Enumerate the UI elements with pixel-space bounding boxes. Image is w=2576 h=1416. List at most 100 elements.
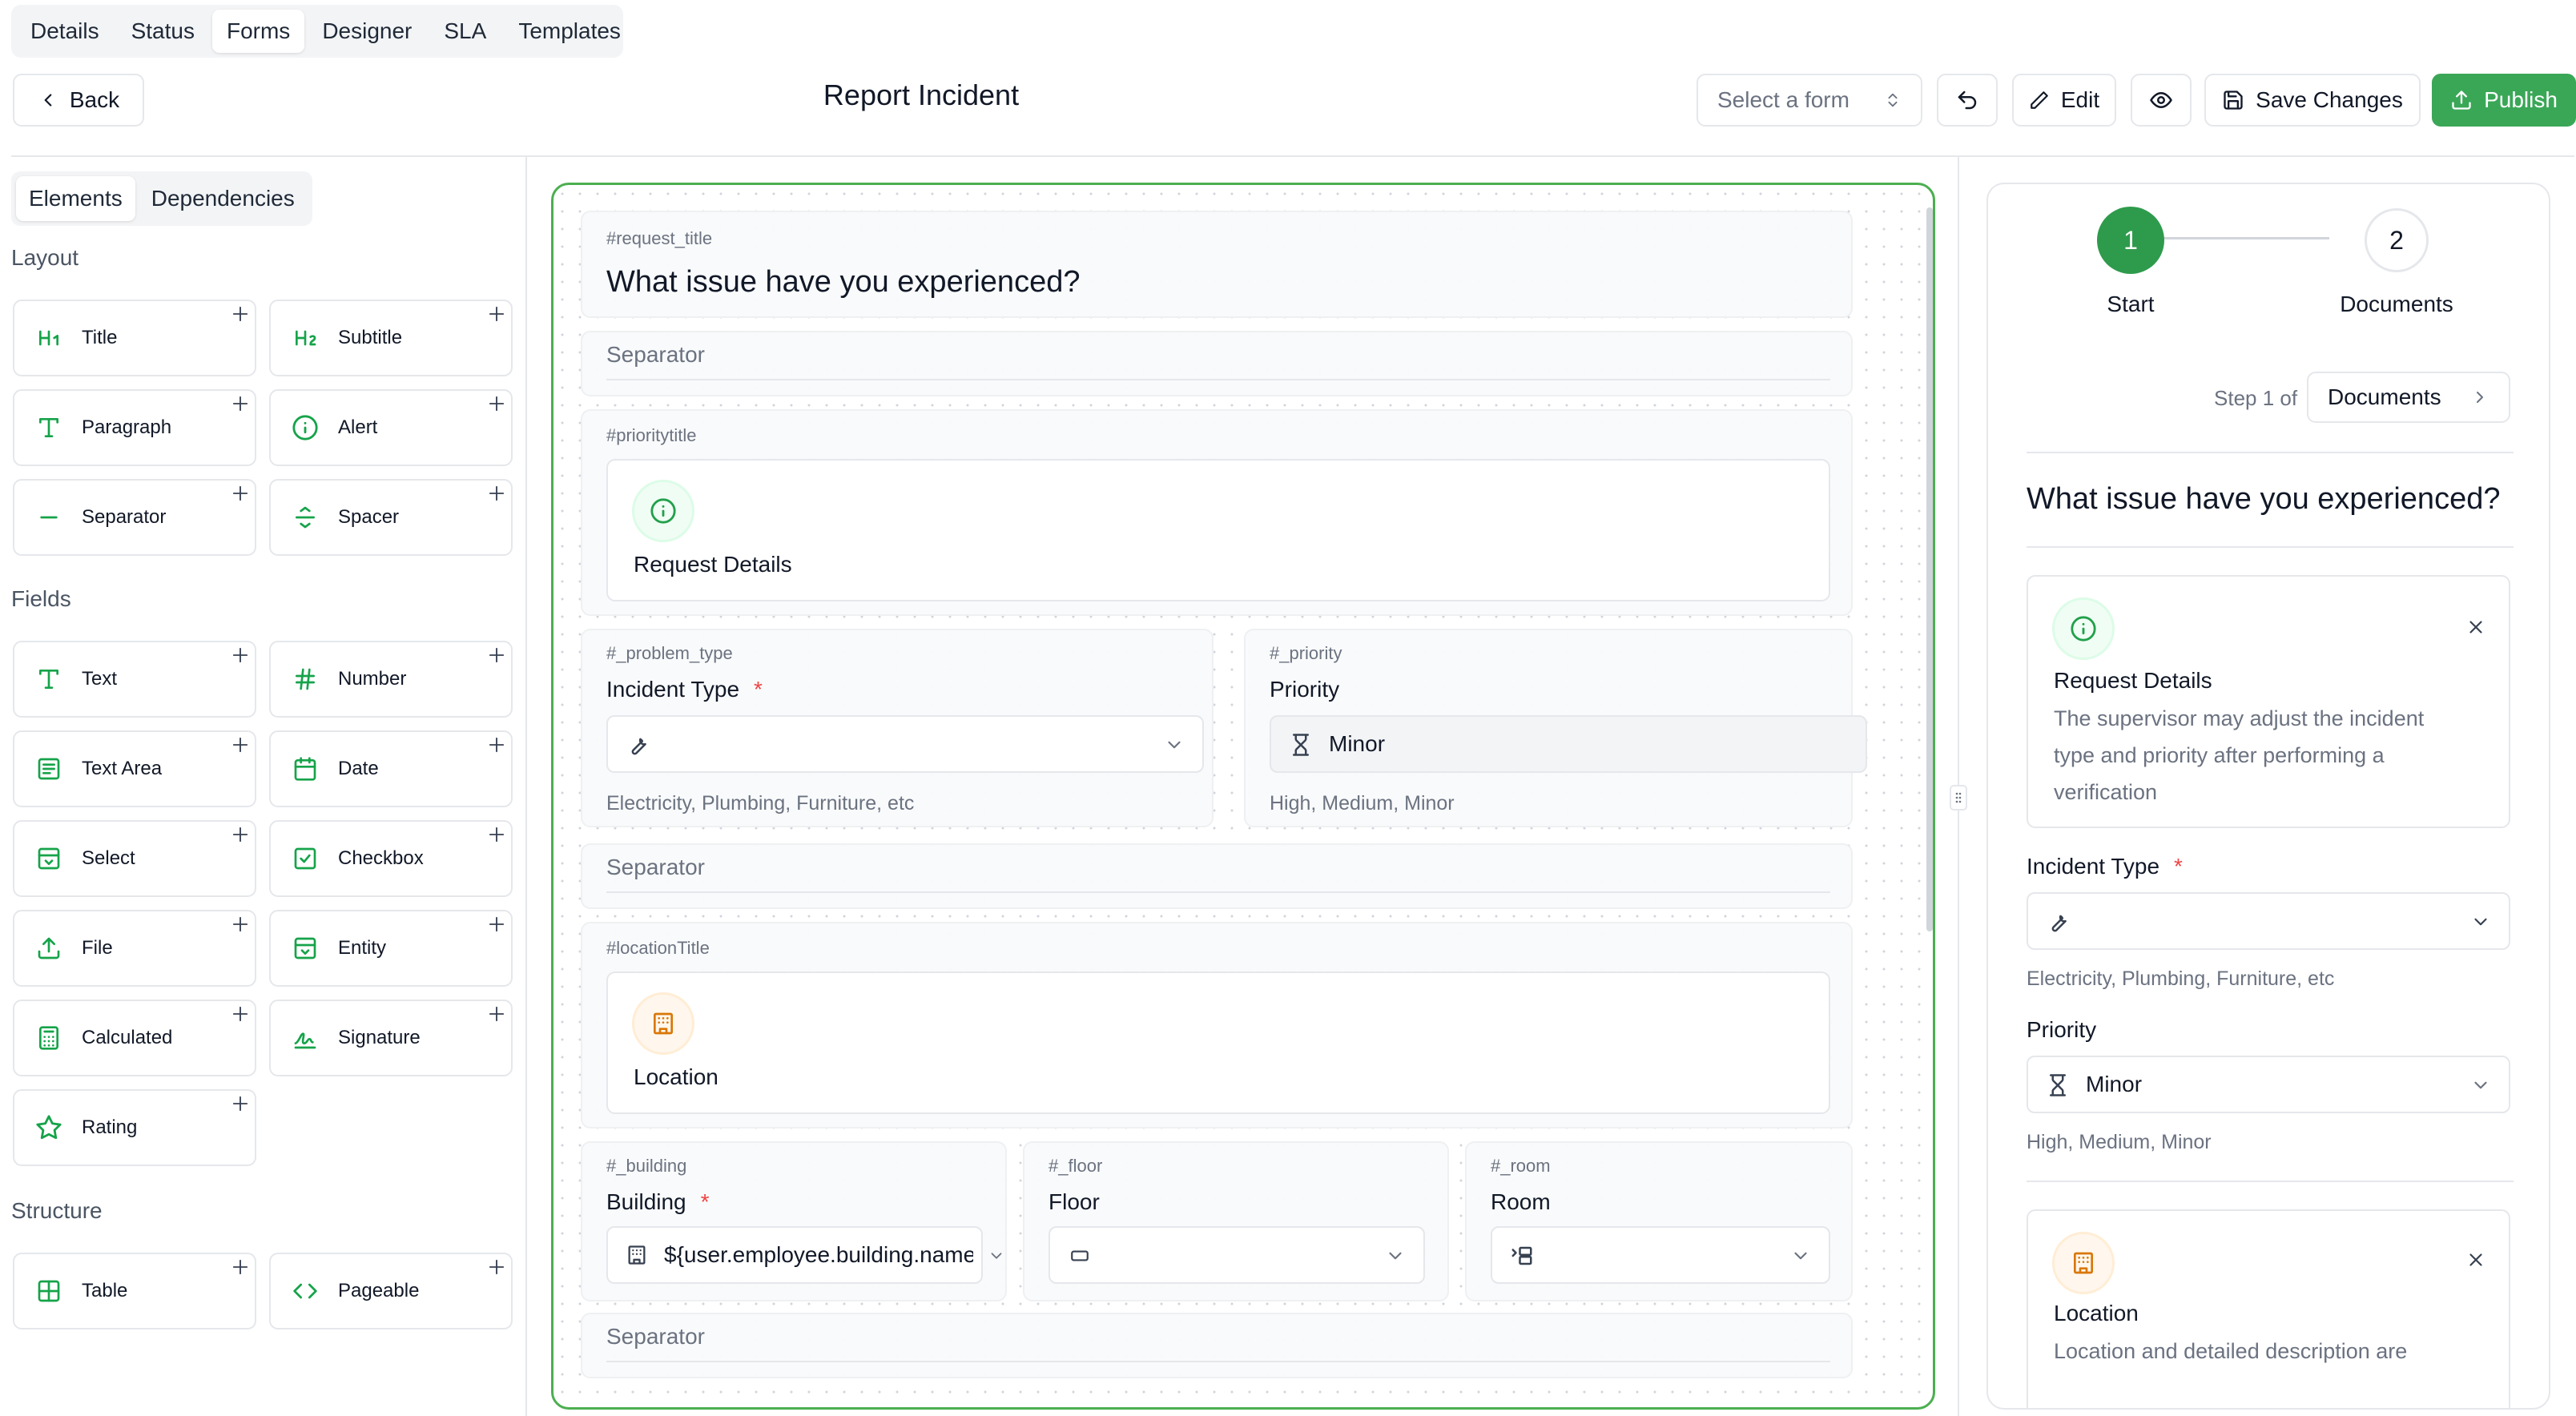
plus-icon[interactable]	[485, 392, 508, 415]
separator-block[interactable]: Separator	[581, 843, 1853, 909]
plus-icon[interactable]	[485, 823, 508, 846]
separator-block[interactable]: Separator	[581, 1313, 1853, 1378]
plus-icon[interactable]	[229, 1003, 252, 1025]
publish-button[interactable]: Publish	[2432, 74, 2576, 127]
element-entity[interactable]: Entity	[269, 910, 513, 987]
element-table[interactable]: Table	[13, 1253, 256, 1330]
form-canvas[interactable]: #request_title What issue have you exper…	[551, 183, 1935, 1410]
canvas-scrollbar[interactable]	[1926, 207, 1933, 931]
edit-label: Edit	[2060, 87, 2100, 112]
resize-handle[interactable]	[1950, 785, 1967, 811]
section-fields: Fields	[11, 586, 71, 611]
incident-type-select[interactable]	[606, 715, 1204, 773]
select-icon	[34, 843, 64, 874]
priority-block[interactable]: #_priority Priority Minor High, Medium, …	[1244, 629, 1867, 827]
building-value: ${user.employee.building.name}	[664, 1242, 973, 1267]
step-1-circle[interactable]: 1	[2097, 207, 2164, 274]
element-label: Rating	[82, 1116, 138, 1138]
separator-line	[606, 891, 1830, 893]
element-file[interactable]: File	[13, 910, 256, 987]
preview-incident-select[interactable]	[2027, 892, 2510, 950]
element-separator[interactable]: Separator	[13, 479, 256, 556]
plus-icon[interactable]	[485, 734, 508, 756]
plus-icon[interactable]	[229, 482, 252, 505]
preview-heading: What issue have you experienced?	[2027, 482, 2501, 516]
details-alert: Request Details The supervisor may adjus…	[2027, 575, 2510, 828]
element-rating[interactable]: Rating	[13, 1089, 256, 1166]
plus-icon[interactable]	[485, 1003, 508, 1025]
element-date[interactable]: Date	[269, 730, 513, 807]
element-alert[interactable]: Alert	[269, 389, 513, 466]
element-label: Date	[338, 758, 379, 779]
plus-icon[interactable]	[229, 1256, 252, 1278]
plus-icon[interactable]	[229, 392, 252, 415]
element-title[interactable]: Title	[13, 300, 256, 376]
building-select[interactable]: ${user.employee.building.name}	[606, 1226, 983, 1284]
entity-icon	[290, 933, 320, 963]
tab-dependencies[interactable]: Dependencies	[139, 176, 308, 221]
element-checkbox[interactable]: Checkbox	[269, 820, 513, 897]
plus-icon[interactable]	[229, 303, 252, 325]
tab-elements[interactable]: Elements	[16, 176, 135, 221]
preview-priority-select[interactable]: Minor	[2027, 1056, 2510, 1113]
separator-label: Separator	[606, 855, 705, 879]
field-tag: #_building	[606, 1156, 687, 1176]
plus-icon[interactable]	[485, 1256, 508, 1278]
select-form-dropdown[interactable]: Select a form	[1697, 74, 1922, 127]
back-button[interactable]: Back	[13, 74, 144, 127]
plus-icon[interactable]	[229, 1092, 252, 1115]
plus-icon[interactable]	[485, 913, 508, 935]
incident-type-label: Incident Type	[606, 677, 740, 702]
element-spacer[interactable]: Spacer	[269, 479, 513, 556]
close-icon[interactable]	[2465, 1249, 2486, 1270]
element-signature[interactable]: Signature	[269, 1000, 513, 1076]
element-label: Spacer	[338, 506, 400, 528]
problem-type-block[interactable]: #_problem_type Incident Type * Electricit…	[581, 629, 1214, 827]
field-tag: #_priority	[1270, 643, 1342, 663]
required-mark: *	[754, 677, 763, 702]
element-select[interactable]: Select	[13, 820, 256, 897]
floor-select[interactable]	[1049, 1226, 1425, 1284]
step-2-circle[interactable]: 2	[2365, 208, 2429, 272]
undo-button[interactable]	[1937, 74, 1998, 127]
save-changes-button[interactable]: Save Changes	[2204, 74, 2421, 127]
edit-button[interactable]: Edit	[2012, 74, 2116, 127]
location-alert: Location Location and detailed descripti…	[2027, 1209, 2510, 1408]
building-block[interactable]: #_building Building * ${user.employee.bui…	[581, 1141, 1007, 1301]
element-subtitle[interactable]: Subtitle	[269, 300, 513, 376]
close-icon[interactable]	[2465, 617, 2486, 638]
plus-icon[interactable]	[229, 913, 252, 935]
tab-details[interactable]: Details	[16, 10, 114, 53]
preview-button[interactable]	[2131, 74, 2192, 127]
tab-sla[interactable]: SLA	[429, 10, 501, 53]
plus-icon[interactable]	[229, 823, 252, 846]
request-title-block[interactable]: #request_title What issue have you exper…	[581, 211, 1853, 318]
tab-designer[interactable]: Designer	[308, 10, 426, 53]
tab-status[interactable]: Status	[117, 10, 209, 53]
element-calculated[interactable]: Calculated	[13, 1000, 256, 1076]
step-select[interactable]: Documents	[2307, 372, 2510, 423]
field-tag: #locationTitle	[606, 938, 710, 958]
element-pageable[interactable]: Pageable	[269, 1253, 513, 1330]
tab-forms[interactable]: Forms	[211, 10, 305, 53]
location-title-block[interactable]: #locationTitle Location	[581, 922, 1853, 1128]
plus-icon[interactable]	[485, 482, 508, 505]
room-block[interactable]: #_room Room	[1465, 1141, 1853, 1301]
element-number[interactable]: Number	[269, 641, 513, 718]
priority-select[interactable]: Minor	[1270, 715, 1867, 773]
plus-icon[interactable]	[485, 303, 508, 325]
room-select[interactable]	[1491, 1226, 1830, 1284]
type-icon	[34, 664, 64, 694]
priority-title-block[interactable]: #prioritytitle Request Details	[581, 409, 1853, 616]
separator-block[interactable]: Separator	[581, 331, 1853, 396]
element-paragraph[interactable]: Paragraph	[13, 389, 256, 466]
element-text[interactable]: Text	[13, 641, 256, 718]
tab-templates[interactable]: Templates	[504, 10, 635, 53]
plus-icon[interactable]	[229, 734, 252, 756]
info-icon	[2052, 597, 2115, 660]
floor-label: Floor	[1049, 1189, 1100, 1214]
floor-block[interactable]: #_floor Floor	[1023, 1141, 1449, 1301]
element-text-area[interactable]: Text Area	[13, 730, 256, 807]
plus-icon[interactable]	[485, 644, 508, 666]
plus-icon[interactable]	[229, 644, 252, 666]
